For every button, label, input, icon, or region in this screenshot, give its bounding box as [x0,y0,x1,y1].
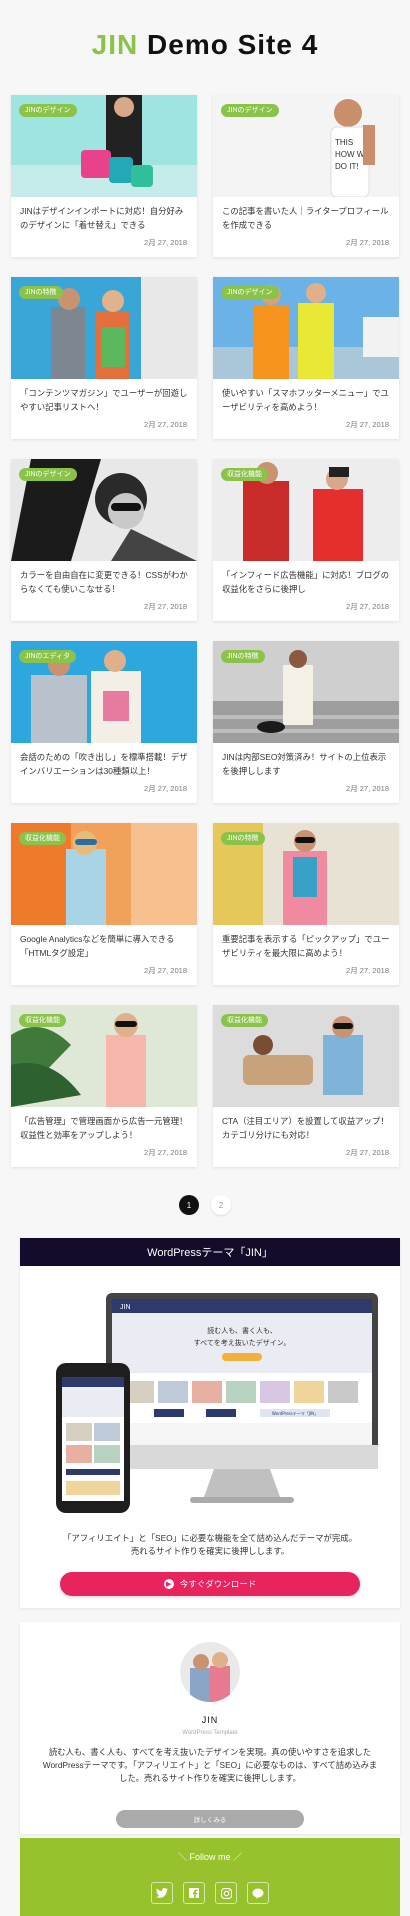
post-title[interactable]: 「インフィード広告機能」に対応！ブログの収益化をさらに後押し [213,561,399,597]
post-card[interactable]: 収益化機能 「インフィード広告機能」に対応！ブログの収益化をさらに後押し 2月 … [213,459,399,621]
site-title[interactable]: JIN Demo Site 4 [92,29,319,61]
post-title[interactable]: この記事を書いた人｜ライタープロフィールを作成できる [213,197,399,233]
post-thumbnail[interactable]: 収益化機能 [11,823,197,925]
post-thumbnail[interactable]: JINのデザイン [11,95,197,197]
category-badge[interactable]: JINのデザイン [19,104,77,117]
device-mockup-image: JIN 読む人も、書く人も、 すべてを考え抜いたデザイン。 WordPressテ… [34,1293,386,1543]
post-title[interactable]: 「コンテンツマガジン」でユーザーが回遊しやすい記事リストへ！ [11,379,197,415]
category-badge[interactable]: JINのデザイン [19,468,77,481]
mock-headline-2: すべてを考え抜いたデザイン。 [194,1338,291,1347]
site-title-rest: Demo Site 4 [138,29,319,60]
post-thumbnail[interactable]: 収益化機能 [213,459,399,561]
profile-widget: JIN WordPress Template 読む人も、書く人も、すべてを考え抜… [20,1622,400,1834]
arrow-right-icon: ▶ [163,1579,174,1589]
post-date: 2月 27, 2018 [144,784,187,793]
post-title[interactable]: 使いやすい「スマホフッターメニュー」でユーザビリティを高めよう！ [213,379,399,415]
category-badge[interactable]: 収益化機能 [221,468,268,481]
widget-description: 「アフィリエイト」と「SEO」に必要な機能を全て詰め込んだテーマが完成。 売れる… [20,1532,400,1558]
widget-description-line-1: 「アフィリエイト」と「SEO」に必要な機能を全て詰め込んだテーマが完成。 [63,1533,357,1543]
line-icon[interactable] [247,1882,269,1904]
twitter-icon[interactable] [151,1882,173,1904]
category-badge[interactable]: 収益化機能 [19,832,66,845]
post-title[interactable]: Google Analyticsなどを簡単に導入できる「HTMLタグ設定」 [11,925,197,961]
post-card[interactable]: JINのデザイン 使いやすい「スマホフッターメニュー」でユーザビリティを高めよう… [213,277,399,439]
post-date: 2月 27, 2018 [346,1148,389,1157]
post-title[interactable]: カラーを自由自在に変更できる！CSSがわからなくても使いこなせる！ [11,561,197,597]
post-date: 2月 27, 2018 [346,784,389,793]
widget-description-line-2: 売れるサイト作りを確実に後押しします。 [130,1546,290,1556]
post-thumbnail[interactable]: 収益化機能 [213,1005,399,1107]
post-thumbnail[interactable]: JINのデザイン [11,459,197,561]
download-button-label: 今すぐダウンロード [179,1579,257,1589]
post-thumbnail[interactable]: JINのエディタ [11,641,197,743]
post-thumbnail[interactable]: THIS HOW WE DO IT! JINのデザイン [213,95,399,197]
post-date: 2月 27, 2018 [144,602,187,611]
mock-headline-1: 読む人も、書く人も、 [207,1326,277,1335]
post-date: 2月 27, 2018 [346,420,389,429]
post-card[interactable]: JINの特徴 重要記事を表示する「ピックアップ」でユーザビリティを最大限に高めよ… [213,823,399,985]
post-thumbnail[interactable]: JINの特徴 [213,641,399,743]
profile-subtitle: WordPress Template [182,1730,238,1736]
category-badge[interactable]: JINの特徴 [19,286,63,299]
mock-theme-button: WordPressテーマ「JIN」 [272,1410,318,1416]
instagram-icon[interactable] [215,1882,237,1904]
post-date: 2月 27, 2018 [144,1148,187,1157]
site-title-accent: JIN [91,29,139,60]
post-thumbnail[interactable]: JINのデザイン [213,277,399,379]
pagination: 1 2 [0,1195,410,1215]
avatar [180,1642,240,1702]
follow-widget: ＼ Follow me ／ [20,1838,400,1916]
post-thumbnail[interactable]: JINの特徴 [213,823,399,925]
facebook-icon[interactable] [183,1882,205,1904]
mock-logo: JIN [120,1304,131,1311]
category-badge[interactable]: JINの特徴 [221,832,265,845]
post-card[interactable]: JINの特徴 JINは内部SEO対策済み！サイトの上位表示を後押しします 2月 … [213,641,399,803]
post-card[interactable]: THIS HOW WE DO IT! JINのデザイン この記事を書いた人｜ライ… [213,95,399,257]
category-badge[interactable]: JINのデザイン [221,286,279,299]
post-card[interactable]: 収益化機能 CTA（注目エリア）を設置して収益アップ！カテゴリ分けにも対応！ 2… [213,1005,399,1167]
post-date: 2月 27, 2018 [144,966,187,975]
profile-name: JIN [201,1715,219,1725]
page-1-button[interactable]: 1 [179,1195,199,1215]
post-title[interactable]: JINはデザインインポートに対応！自分好みのデザインに「着せ替え」できる [11,197,197,233]
post-card[interactable]: 収益化機能 「広告管理」で管理画面から広告一元管理！収益性と効率をアップしよう！… [11,1005,197,1167]
post-card[interactable]: 収益化機能 Google Analyticsなどを簡単に導入できる「HTMLタグ… [11,823,197,985]
category-badge[interactable]: 収益化機能 [19,1014,66,1027]
widget-title: WordPressテーマ「JIN」 [20,1238,400,1266]
profile-bio: 読む人も、書く人も、すべてを考え抜いたデザインを実現。真の使いやすさを追求したW… [42,1747,378,1783]
category-badge[interactable]: JINの特徴 [221,650,265,663]
post-date: 2月 27, 2018 [144,420,187,429]
social-links [20,1882,400,1904]
post-card[interactable]: JINのエディタ 会話のための「吹き出し」を標準搭載！デザインバリエーションは3… [11,641,197,803]
post-thumbnail[interactable]: JINの特徴 [11,277,197,379]
post-title[interactable]: 「広告管理」で管理画面から広告一元管理！収益性と効率をアップしよう！ [11,1107,197,1143]
site-header: JIN Demo Site 4 [0,0,410,90]
category-badge[interactable]: JINのデザイン [221,104,279,117]
post-title[interactable]: 会話のための「吹き出し」を標準搭載！デザインバリエーションは30種類以上！ [11,743,197,779]
download-button[interactable]: ▶ 今すぐダウンロード [60,1572,360,1596]
post-date: 2月 27, 2018 [346,602,389,611]
post-card[interactable]: JINのデザイン カラーを自由自在に変更できる！CSSがわからなくても使いこなせ… [11,459,197,621]
post-thumbnail[interactable]: 収益化機能 [11,1005,197,1107]
post-date: 2月 27, 2018 [346,966,389,975]
category-badge[interactable]: 収益化機能 [221,1014,268,1027]
page-2-button[interactable]: 2 [211,1195,231,1215]
post-card[interactable]: JINの特徴 「コンテンツマガジン」でユーザーが回遊しやすい記事リストへ！ 2月… [11,277,197,439]
post-date: 2月 27, 2018 [144,238,187,247]
svg-text:THIS: THIS [335,138,353,147]
post-title[interactable]: JINは内部SEO対策済み！サイトの上位表示を後押しします [213,743,399,779]
post-date: 2月 27, 2018 [346,238,389,247]
jin-theme-widget: WordPressテーマ「JIN」 JIN 読む人も、書く人も、 すべてを考え抜… [20,1238,400,1608]
follow-title: ＼ Follow me ／ [177,1852,242,1862]
post-title[interactable]: CTA（注目エリア）を設置して収益アップ！カテゴリ分けにも対応！ [213,1107,399,1143]
post-grid: JINのデザイン JINはデザインインポートに対応！自分好みのデザインに「着せ替… [11,95,399,1167]
post-card[interactable]: JINのデザイン JINはデザインインポートに対応！自分好みのデザインに「着せ替… [11,95,197,257]
more-button[interactable]: 詳しくみる [116,1810,304,1828]
svg-text:DO IT!: DO IT! [335,162,359,171]
category-badge[interactable]: JINのエディタ [19,650,77,663]
post-title[interactable]: 重要記事を表示する「ピックアップ」でユーザビリティを最大限に高めよう！ [213,925,399,961]
